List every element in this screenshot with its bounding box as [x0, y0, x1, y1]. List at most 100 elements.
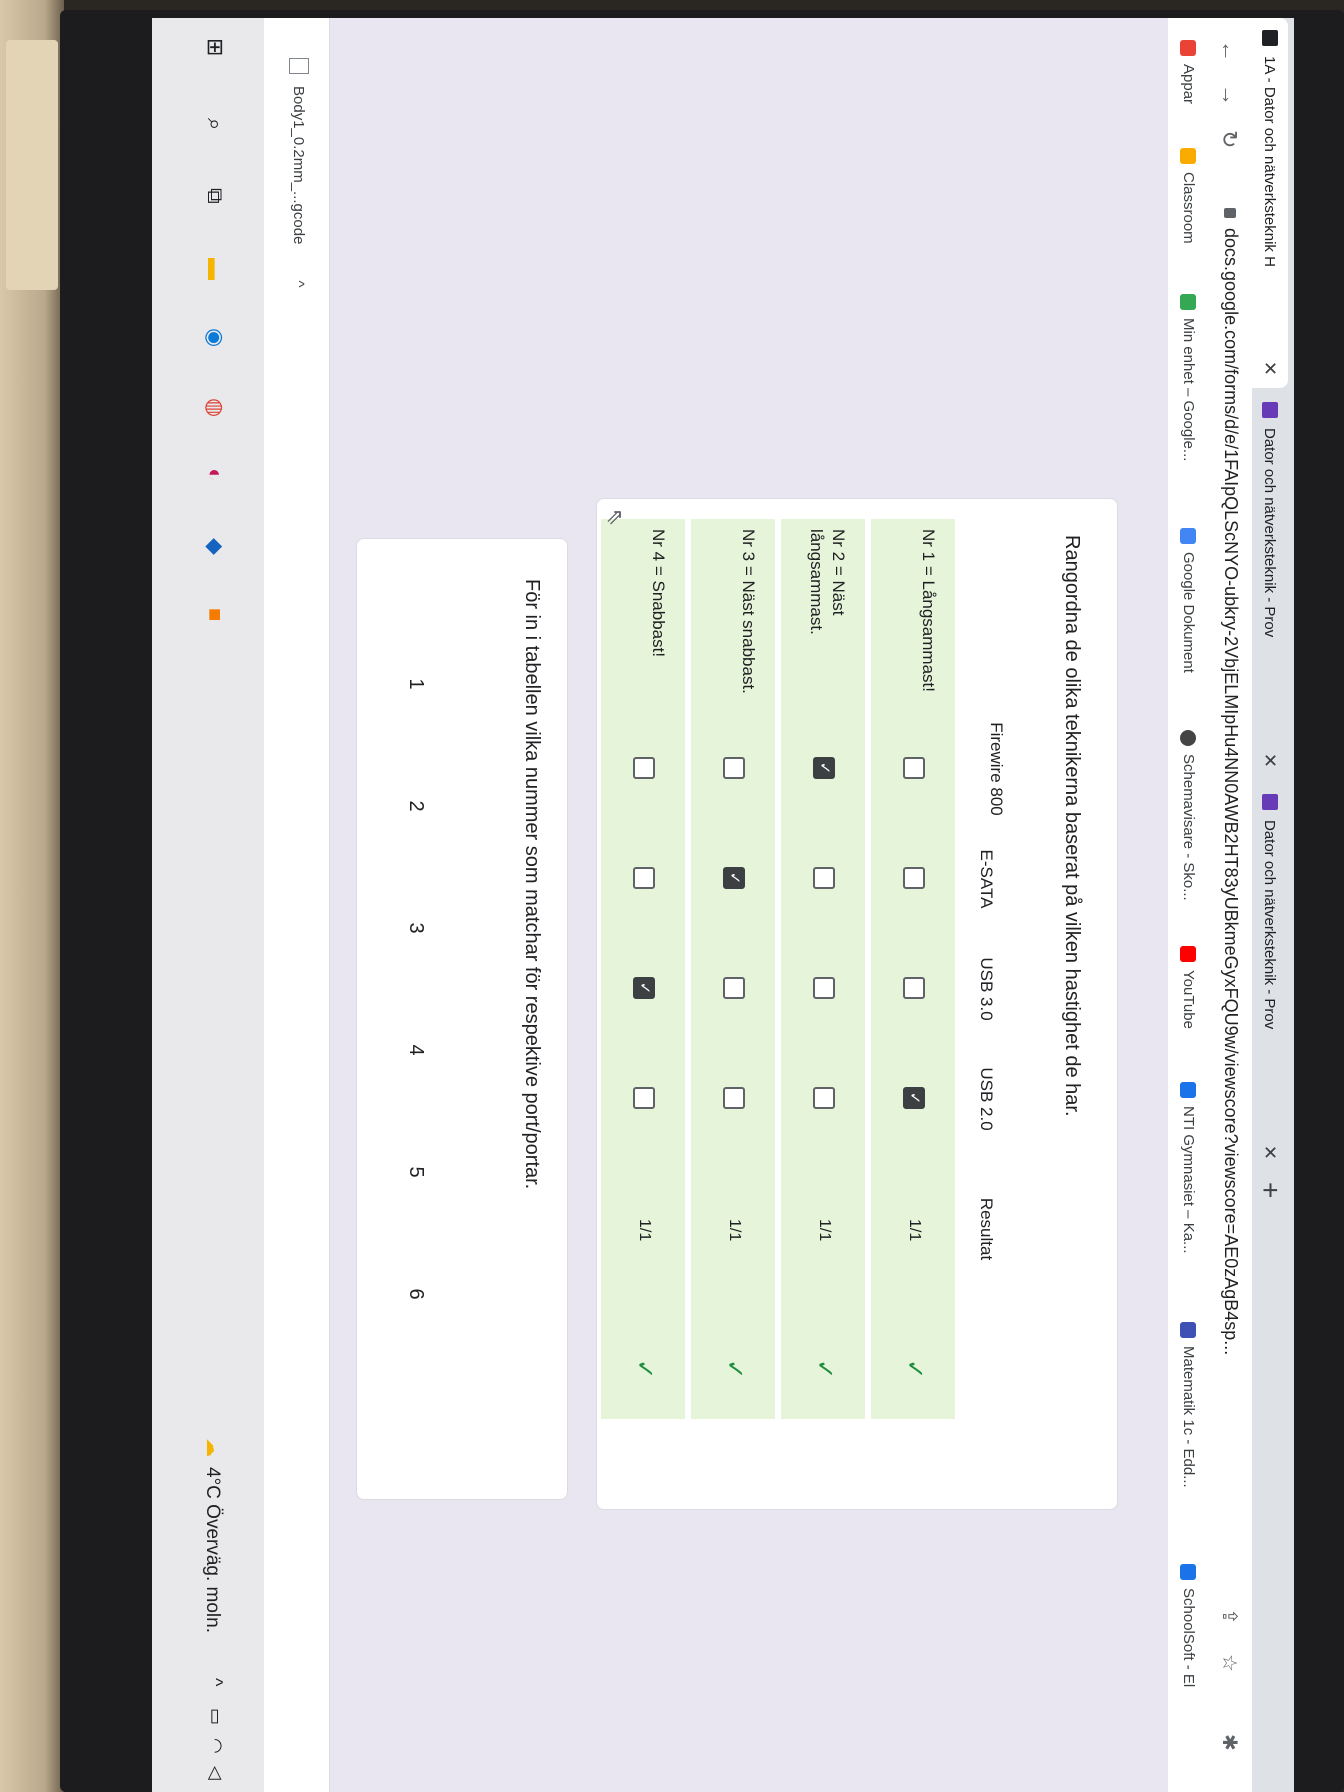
url-text: docs.google.com/forms/d/e/1FAIpQLScNYO-u…	[1221, 228, 1241, 1356]
column-header: E-SATA	[977, 849, 996, 909]
bookmark-classroom[interactable]: Classroom	[1180, 148, 1197, 244]
bookmark-schemavisare[interactable]: Schemavisare - Sko...	[1180, 730, 1197, 901]
slicer-icon[interactable]: ◆	[202, 538, 228, 555]
checkbox[interactable]	[903, 867, 925, 889]
column-header: USB 3.0	[977, 957, 996, 1021]
file-explorer-icon[interactable]: ▬	[202, 258, 228, 280]
chevron-up-icon[interactable]: ^	[291, 280, 308, 287]
ranking-grid: Firewire 800 E-SATA USB 3.0 USB 2.0 Resu…	[601, 519, 1007, 1439]
share-icon[interactable]: ⇪	[1217, 1608, 1242, 1625]
correct-check-icon: ✓	[901, 1359, 928, 1380]
tab-1[interactable]: 1A - Dator och nätverksteknik H ✕	[1252, 18, 1288, 388]
question-title: För in i tabellen vilka nummer som match…	[521, 579, 543, 1190]
scale-number: 1	[405, 678, 427, 690]
app-icon[interactable]: ◐	[202, 468, 228, 481]
tab-title: Dator och nätverksteknik - Prov	[1261, 428, 1279, 638]
checkbox[interactable]	[633, 757, 655, 779]
correct-check-icon: ✓	[811, 1359, 838, 1380]
app-icon[interactable]: ■	[202, 608, 228, 621]
lock-icon	[1224, 208, 1236, 218]
wifi-icon[interactable]: ◠	[205, 1738, 226, 1754]
row-label: Nr 3 = Näst snabbast.	[739, 529, 758, 694]
forms-favicon-icon	[1262, 794, 1278, 810]
chrome-icon[interactable]: ◍	[202, 398, 228, 417]
tab-2[interactable]: Dator och nätverksteknik - Prov ✕	[1252, 390, 1288, 780]
close-icon[interactable]: ✕	[1260, 753, 1281, 768]
bookmark-nti[interactable]: NTI Gymnasiet – Ka...	[1180, 1082, 1197, 1254]
bookmark-youtube[interactable]: YouTube	[1180, 946, 1197, 1029]
row-score: 1/1	[906, 1219, 923, 1242]
checkbox-checked[interactable]: ✓	[723, 867, 745, 889]
flag-icon	[1180, 1322, 1197, 1338]
checkbox[interactable]	[633, 867, 655, 889]
scale-number: 2	[405, 800, 427, 812]
edge-icon[interactable]: ◉	[202, 328, 228, 347]
star-icon[interactable]: ☆	[1217, 1654, 1242, 1672]
classroom-favicon-icon	[1262, 30, 1278, 46]
checkbox[interactable]	[723, 757, 745, 779]
bookmark-drive[interactable]: Min enhet – Google...	[1180, 294, 1197, 461]
grid-row: Nr 4 = Snabbast! ✓ 1/1 ✓	[601, 519, 685, 1419]
checkbox-checked[interactable]: ✓	[633, 977, 655, 999]
checkbox[interactable]	[813, 867, 835, 889]
tab-3[interactable]: Dator och nätverksteknik - Prov ✕	[1252, 782, 1288, 1172]
question-title: Rangordna de olika teknikerna baserat på…	[1061, 535, 1083, 1117]
globe-icon	[1180, 730, 1197, 746]
checkbox-checked[interactable]: ✓	[813, 757, 835, 779]
laptop-screen: 1A - Dator och nätverksteknik H ✕ Dator …	[152, 18, 1294, 1792]
scale-number: 6	[405, 1288, 427, 1300]
row-label: Nr 2 = Näst långsammast.	[807, 529, 848, 635]
search-icon[interactable]: ⌕	[202, 118, 228, 130]
task-view-icon[interactable]: ⧉	[202, 188, 228, 204]
correct-check-icon: ✓	[631, 1359, 658, 1380]
checkbox[interactable]	[903, 757, 925, 779]
checkbox[interactable]	[903, 977, 925, 999]
cable-plug	[6, 40, 58, 290]
checkbox[interactable]	[813, 1087, 835, 1109]
bookmark-matematik[interactable]: Matematik 1c - Edd...	[1180, 1322, 1197, 1488]
bookmark-label: Schemavisare - Sko...	[1180, 754, 1197, 901]
apps-grid-icon	[1180, 40, 1197, 56]
address-bar[interactable]: docs.google.com/forms/d/e/1FAIpQLScNYO-u…	[1220, 208, 1241, 1355]
new-tab-button[interactable]: +	[1254, 1182, 1286, 1198]
row-score: 1/1	[636, 1219, 653, 1242]
back-icon[interactable]: ←	[1216, 40, 1242, 62]
classroom-icon	[1180, 148, 1197, 164]
bookmark-appar[interactable]: Appar	[1180, 40, 1197, 104]
volume-icon[interactable]: ◁	[205, 1766, 226, 1780]
checkbox[interactable]	[723, 1087, 745, 1109]
checkbox[interactable]	[723, 977, 745, 999]
schoolsoft-icon	[1180, 1564, 1197, 1580]
bookmark-label: SchoolSoft - El	[1180, 1588, 1197, 1688]
windows-start-icon[interactable]: ⊞	[202, 38, 228, 56]
question-card-ranking: Rangordna de olika teknikerna baserat på…	[596, 498, 1118, 1510]
download-shelf: Body1_0.2mm_...gcode ^	[263, 18, 330, 1792]
checkbox[interactable]	[813, 977, 835, 999]
extensions-icon[interactable]: ✱	[1217, 1734, 1242, 1751]
download-item[interactable]: Body1_0.2mm_...gcode ^	[289, 58, 309, 287]
tray-chevron-icon[interactable]: ^	[205, 1678, 226, 1686]
column-header: Firewire 800	[987, 722, 1006, 816]
calendar-icon	[1180, 1082, 1197, 1098]
checkbox-checked[interactable]: ✓	[903, 1087, 925, 1109]
close-icon[interactable]: ✕	[1260, 361, 1281, 376]
grid-row: Nr 3 = Näst snabbast. ✓ 1/1 ✓	[691, 519, 775, 1419]
windows-taskbar: ⊞ ⌕ ⧉ ▬ ◉ ◍ ◐ ◆ ■ ☁ 4°C Överväg. moln. ^…	[152, 18, 264, 1792]
close-icon[interactable]: ✕	[1260, 1145, 1281, 1160]
forward-icon[interactable]: →	[1216, 84, 1242, 106]
docs-icon	[1180, 528, 1197, 544]
bookmark-label: Min enhet – Google...	[1180, 318, 1197, 462]
bookmark-schoolsoft[interactable]: SchoolSoft - El	[1180, 1564, 1197, 1687]
reload-icon[interactable]: ↻	[1216, 130, 1242, 148]
checkbox[interactable]	[633, 1087, 655, 1109]
battery-icon[interactable]: ▭	[205, 1708, 226, 1725]
bookmark-docs[interactable]: Google Dokument	[1180, 528, 1197, 673]
address-toolbar: ← → ↻ docs.google.com/forms/d/e/1FAIpQLS…	[1205, 18, 1252, 1792]
scale-number: 5	[405, 1166, 427, 1178]
weather-text: 4°C Överväg. moln.	[202, 1467, 224, 1633]
weather-widget[interactable]: ☁ 4°C Överväg. moln.	[201, 1438, 224, 1633]
row-label: Nr 1 = Långsammast!	[919, 529, 938, 692]
tab-strip: 1A - Dator och nätverksteknik H ✕ Dator …	[1252, 18, 1294, 1792]
desk-edge	[0, 0, 64, 1792]
bookmark-label: NTI Gymnasiet – Ka...	[1180, 1106, 1197, 1254]
